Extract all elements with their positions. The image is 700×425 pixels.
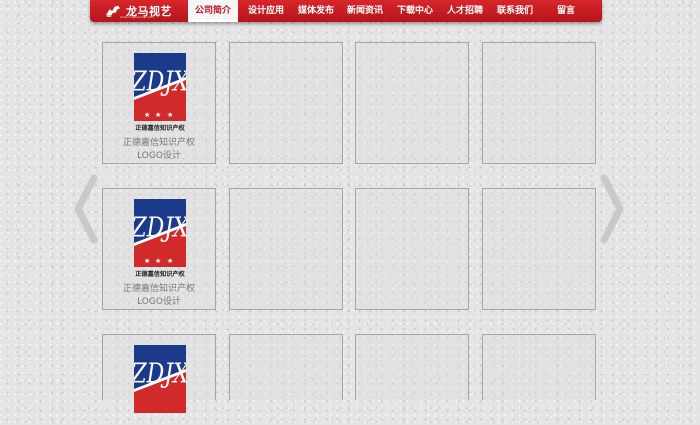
gallery-tile[interactable]: [355, 188, 469, 310]
nav-item-jobs[interactable]: 人才招聘: [440, 0, 490, 22]
svg-text:★: ★: [167, 111, 173, 119]
zdjx-logo: ZDJX: [134, 345, 186, 413]
gallery-tile[interactable]: [229, 42, 343, 164]
chevron-right-icon[interactable]: [598, 174, 626, 244]
gallery-tile[interactable]: [229, 334, 343, 400]
logo-subtitle: 正德嘉信知识产权: [135, 124, 185, 132]
gallery-tile[interactable]: ZDJX: [102, 334, 216, 413]
svg-text:★: ★: [155, 257, 161, 265]
svg-text:★: ★: [144, 257, 150, 265]
gallery-tile[interactable]: [482, 334, 596, 400]
gallery-tile[interactable]: ZDJX ★ ★ ★ 正德嘉信知识产权 正德嘉信知识产权 LOGO设计: [102, 188, 216, 310]
gallery-tile[interactable]: ZDJX ★ ★ ★ 正德嘉信知识产权 正德嘉信知识产权 LOGO设计: [102, 42, 216, 164]
logo-subtitle: 正德嘉信知识产权: [135, 270, 185, 278]
logo-letters: ZDJX: [134, 211, 186, 243]
main-nav: 龙马视艺 www.longmashiyi.com 公司简介 设计应用 媒体发布 …: [90, 0, 602, 22]
gallery-tile[interactable]: [355, 42, 469, 164]
nav-item-contact[interactable]: 联系我们: [490, 0, 540, 22]
gallery-tile[interactable]: [229, 188, 343, 310]
gallery-tile[interactable]: [355, 334, 469, 400]
tile-caption: 正德嘉信知识产权 LOGO设计: [122, 284, 195, 307]
logo-subtext: www.longmashiyi.com: [120, 15, 154, 19]
zdjx-logo: ZDJX ★ ★ ★ 正德嘉信知识产权: [134, 199, 186, 278]
gallery-tile[interactable]: [482, 42, 596, 164]
nav-item-download[interactable]: 下载中心: [390, 0, 440, 22]
logo-letters: ZDJX: [134, 65, 186, 97]
gallery-tile[interactable]: [482, 188, 596, 310]
tile-caption: 正德嘉信知识产权 LOGO设计: [122, 138, 195, 161]
svg-text:★: ★: [167, 257, 173, 265]
logo-letters: ZDJX: [134, 357, 186, 389]
zdjx-logo: ZDJX ★ ★ ★ 正德嘉信知识产权: [134, 53, 186, 132]
nav-item-media-release[interactable]: 媒体发布: [291, 0, 341, 22]
svg-text:★: ★: [155, 111, 161, 119]
nav-item-company-intro[interactable]: 公司简介: [188, 0, 238, 22]
chevron-left-icon[interactable]: [72, 174, 100, 244]
svg-text:★: ★: [144, 111, 150, 119]
nav-item-news[interactable]: 新闻资讯: [340, 0, 390, 22]
nav-item-message[interactable]: 留言: [545, 0, 587, 22]
nav-item-design-application[interactable]: 设计应用: [241, 0, 291, 22]
